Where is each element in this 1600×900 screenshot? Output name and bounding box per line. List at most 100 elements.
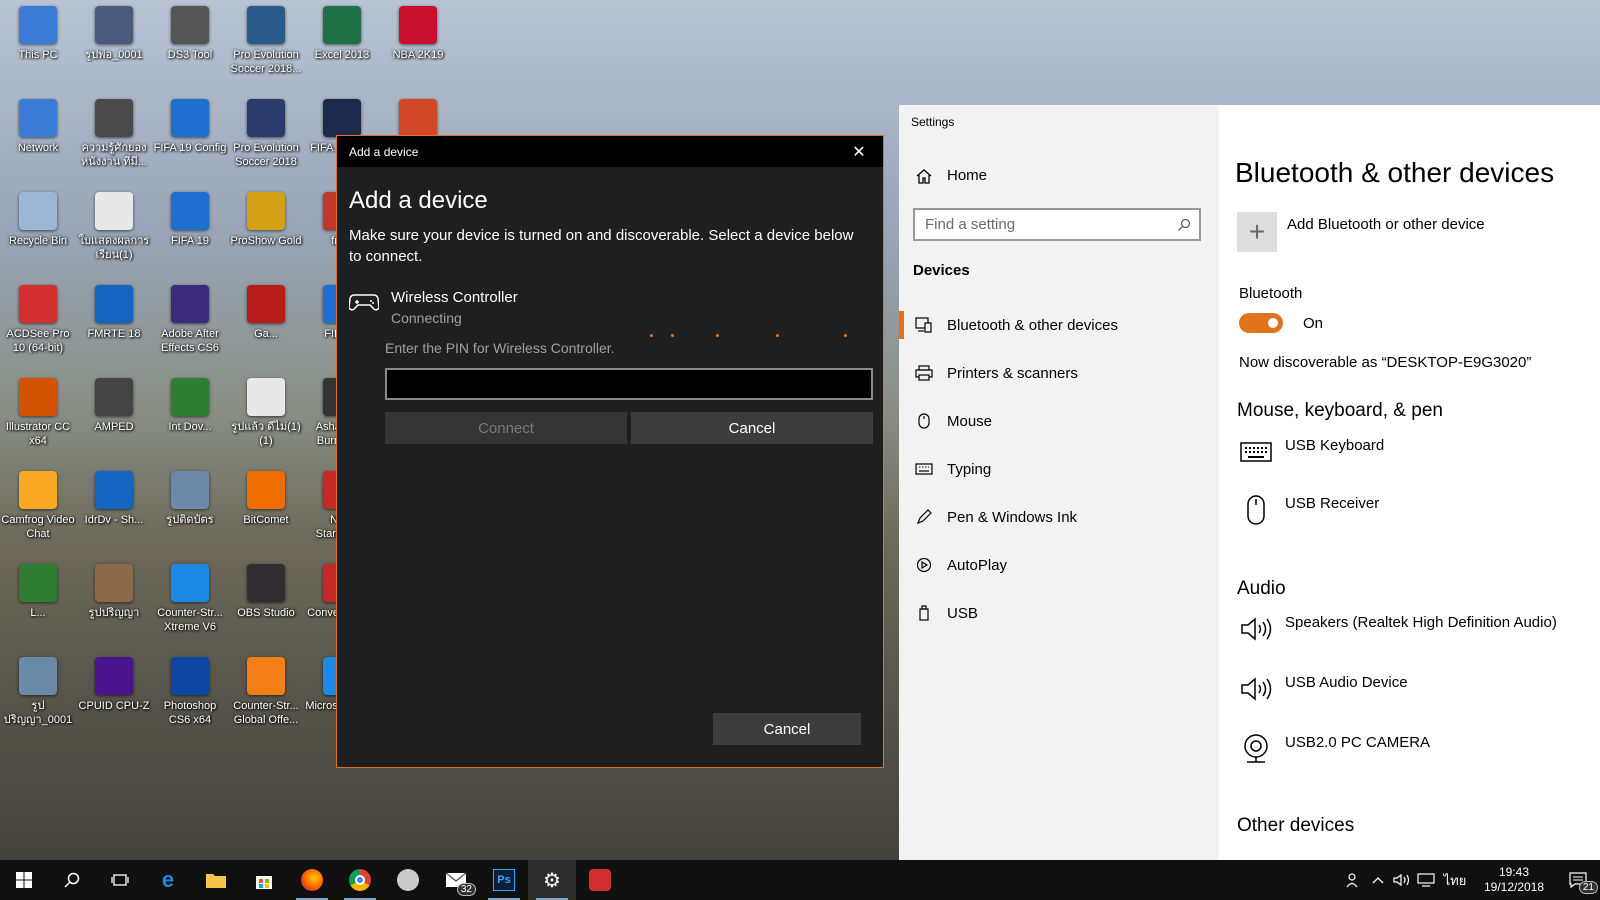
desktop-icon-label: IdrDv - Sh... — [84, 514, 144, 526]
nav-item-mouse[interactable]: Mouse — [899, 397, 1219, 445]
device-item-speakers[interactable]: Speakers (Realtek High Definition Audio) — [1239, 612, 1557, 646]
device-item-usb-keyboard[interactable]: USB Keyboard — [1239, 435, 1384, 469]
add-device-button[interactable]: + Add Bluetooth or other device — [1237, 212, 1485, 252]
task-view-button[interactable] — [96, 860, 144, 900]
desktop-icon[interactable]: Counter-Str... Global Offe... — [228, 651, 304, 739]
device-list-item[interactable]: Wireless Controller Connecting — [349, 289, 883, 326]
taskbar-mail[interactable]: 32 — [432, 860, 480, 900]
desktop-icon[interactable]: Int Dov... — [152, 372, 228, 460]
bluetooth-toggle[interactable] — [1239, 313, 1283, 333]
search-input[interactable]: Find a setting — [913, 208, 1201, 241]
nav-item-autoplay[interactable]: AutoPlay — [899, 541, 1219, 589]
desktop-icon[interactable]: รูปแล้ว ดีไม่(1)(1) — [228, 372, 304, 460]
nav-item-usb[interactable]: USB — [899, 589, 1219, 637]
search-placeholder: Find a setting — [925, 216, 1016, 233]
progress-dot — [650, 334, 653, 337]
garena-icon — [589, 869, 611, 891]
desktop-icon[interactable]: NBA 2K19 — [380, 0, 456, 88]
device-item-usb-receiver[interactable]: USB Receiver — [1239, 493, 1379, 527]
desktop-icon[interactable]: ACDSee Pro 10 (64-bit) — [0, 279, 76, 367]
taskbar-garena[interactable] — [576, 860, 624, 900]
desktop-icon[interactable]: Illustrator CC x64 — [0, 372, 76, 460]
desktop-icon[interactable]: รูปปริญญา — [76, 558, 152, 646]
volume-icon[interactable] — [1390, 860, 1414, 900]
desktop-icon[interactable]: BitComet — [228, 465, 304, 553]
device-name: Speakers (Realtek High Definition Audio) — [1285, 614, 1557, 631]
clock[interactable]: 19:43 19/12/2018 — [1472, 865, 1556, 895]
device-item-usb-audio[interactable]: USB Audio Device — [1239, 672, 1408, 706]
people-icon[interactable] — [1342, 860, 1366, 900]
desktop-icon[interactable]: Recycle Bin — [0, 186, 76, 274]
desktop-icon[interactable]: This PC — [0, 0, 76, 88]
device-item-camera[interactable]: USB2.0 PC CAMERA — [1239, 732, 1430, 766]
desktop-icon[interactable]: L... — [0, 558, 76, 646]
settings-sidebar: Settings Home Find a setting Devices Blu… — [899, 105, 1219, 865]
taskbar-file-explorer[interactable] — [192, 860, 240, 900]
speaker-icon — [1239, 672, 1273, 706]
taskbar-store[interactable] — [240, 860, 288, 900]
app-icon — [323, 6, 361, 44]
desktop-icon[interactable]: Camfrog Video Chat — [0, 465, 76, 553]
desktop-icon-label: รูปพ่อ_0001 — [85, 49, 143, 61]
desktop-icon[interactable]: ProShow Gold — [228, 186, 304, 274]
desktop-icon[interactable]: ความรู้ศักยอง หนังงาน ที่มี... — [76, 93, 152, 181]
desktop-icon-label: รูปแล้ว ดีไม่(1)(1) — [231, 421, 301, 447]
desktop-icon[interactable]: OBS Studio — [228, 558, 304, 646]
taskbar-chrome[interactable] — [336, 860, 384, 900]
nav-item-printers[interactable]: Printers & scanners — [899, 349, 1219, 397]
taskbar-app[interactable] — [384, 860, 432, 900]
desktop-icon[interactable]: Pro Evolution Soccer 2018... — [228, 0, 304, 88]
chevron-up-icon[interactable] — [1366, 860, 1390, 900]
desktop-icon[interactable]: Adobe After Effects CS6 — [152, 279, 228, 367]
taskbar-settings[interactable]: ⚙ — [528, 860, 576, 900]
desktop-icon[interactable]: ใบแสดงผลการ เรียน(1) — [76, 186, 152, 274]
cancel-pin-button[interactable]: Cancel — [631, 412, 873, 444]
desktop-icon-label: Excel 2013 — [314, 49, 370, 61]
desktop-icon-label: รูปติดบัตร — [166, 514, 214, 526]
desktop-icon[interactable]: รูปติดบัตร — [152, 465, 228, 553]
desktop-icon-label: FIFA 19 Config — [153, 142, 227, 154]
desktop-icon-label: ความรู้ศักยอง หนังงาน ที่มี... — [81, 142, 147, 168]
desktop-icon[interactable]: IdrDv - Sh... — [76, 465, 152, 553]
taskbar-photoshop[interactable]: Ps — [480, 860, 528, 900]
desktop-icon[interactable]: FIFA 19 — [152, 186, 228, 274]
desktop-icon-label: OBS Studio — [237, 607, 295, 619]
speaker-icon — [1239, 612, 1273, 646]
cancel-button[interactable]: Cancel — [713, 713, 861, 745]
desktop-icon[interactable]: Excel 2013 — [304, 0, 380, 88]
nav-item-bluetooth[interactable]: Bluetooth & other devices — [899, 301, 1219, 349]
taskbar-firefox[interactable] — [288, 860, 336, 900]
close-icon[interactable]: ✕ — [847, 142, 871, 162]
desktop-icon-label: FMRTE 18 — [87, 328, 141, 340]
app-icon — [171, 564, 209, 602]
dialog-titlebar[interactable]: Add a device ✕ — [337, 136, 883, 167]
taskbar-edge[interactable]: e — [144, 860, 192, 900]
start-button[interactable] — [0, 860, 48, 900]
input-language[interactable]: ไทย — [1438, 860, 1472, 900]
desktop-icon[interactable]: CPUID CPU-Z — [76, 651, 152, 739]
nav-item-typing[interactable]: Typing — [899, 445, 1219, 493]
desktop-icon[interactable]: Pro Evolution Soccer 2018 — [228, 93, 304, 181]
desktop-icon[interactable]: FIFA 19 Config — [152, 93, 228, 181]
desktop-icon[interactable]: Counter-Str... Xtreme V6 — [152, 558, 228, 646]
pin-input[interactable] — [385, 368, 873, 400]
desktop-icon[interactable]: รูป ปริญญา_0001 — [0, 651, 76, 739]
desktop-icon[interactable]: Network — [0, 93, 76, 181]
desktop-icon[interactable]: รูปพ่อ_0001 — [76, 0, 152, 88]
action-center-button[interactable]: 21 — [1556, 860, 1600, 900]
desktop-icon[interactable]: DS3 Tool — [152, 0, 228, 88]
nav-item-pen[interactable]: Pen & Windows Ink — [899, 493, 1219, 541]
desktop-icon[interactable]: Ga... — [228, 279, 304, 367]
home-nav-item[interactable]: Home — [915, 167, 987, 184]
desktop-icon-label: Counter-Str... Global Offe... — [233, 700, 299, 726]
desktop-icon[interactable]: FMRTE 18 — [76, 279, 152, 367]
connect-button[interactable]: Connect — [385, 412, 627, 444]
discoverable-text: Now discoverable as “DESKTOP-E9G3020” — [1239, 354, 1532, 371]
home-label: Home — [947, 167, 988, 184]
network-icon[interactable] — [1414, 860, 1438, 900]
desktop-icon[interactable]: Photoshop CS6 x64 — [152, 651, 228, 739]
search-button[interactable] — [48, 860, 96, 900]
desktop-icon[interactable]: AMPED — [76, 372, 152, 460]
progress-dot — [716, 334, 719, 337]
desktop-icon-label: FIFA 19 — [171, 235, 209, 247]
